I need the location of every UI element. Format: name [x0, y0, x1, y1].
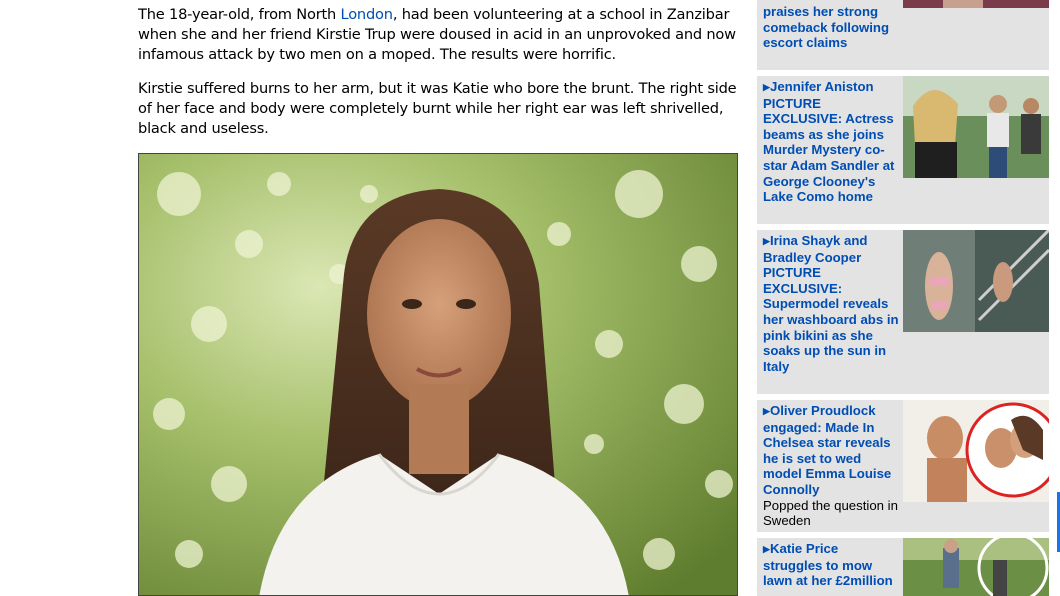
arrow-right-icon: ▶ [763, 406, 770, 416]
sidebar-item[interactable]: praises her strong comeback following es… [757, 0, 1049, 70]
arrow-right-icon: ▶ [763, 236, 770, 246]
sidebar-item[interactable]: ▶Oliver Proudlock engaged: Made In Chels… [757, 400, 1049, 532]
sidebar-item[interactable]: ▶Katie Price struggles to mow lawn at he… [757, 538, 1049, 596]
sidebar-item[interactable]: ▶Jennifer Aniston PICTURE EXCLUSIVE: Act… [757, 76, 1049, 224]
arrow-right-icon: ▶ [763, 82, 770, 92]
aniston-thumb[interactable] [903, 76, 1049, 178]
sidebar-item[interactable]: ▶Irina Shayk and Bradley Cooper PICTURE … [757, 230, 1049, 394]
paragraph-text: The 18-year-old, from North [138, 6, 341, 23]
sidebar-item-title[interactable]: praises her strong comeback following es… [763, 4, 889, 50]
bikini-thumb[interactable] [903, 230, 1049, 332]
sidebar-item-title[interactable]: Jennifer Aniston PICTURE EXCLUSIVE: Actr… [763, 79, 894, 204]
sidebar: praises her strong comeback following es… [757, 0, 1049, 596]
article-paragraph: Kirstie suffered burns to her arm, but i… [138, 80, 737, 137]
sidebar-item-title[interactable]: Katie Price struggles to mow lawn at her… [763, 541, 893, 588]
couple-thumb[interactable] [903, 400, 1049, 502]
article-photo [138, 153, 738, 596]
sidebar-item-subtitle[interactable]: Popped the question in Sweden [763, 498, 899, 529]
red-carpet-thumb[interactable] [903, 0, 1049, 8]
arrow-right-icon: ▶ [763, 544, 770, 554]
lawn-thumb[interactable] [903, 538, 1049, 596]
article-paragraph: The 18-year-old, from North London, had … [138, 5, 738, 65]
london-link[interactable]: London [341, 6, 393, 23]
sidebar-item-title[interactable]: Irina Shayk and Bradley Cooper PICTURE E… [763, 233, 899, 374]
sidebar-item-title[interactable]: Oliver Proudlock engaged: Made In Chelse… [763, 403, 891, 497]
